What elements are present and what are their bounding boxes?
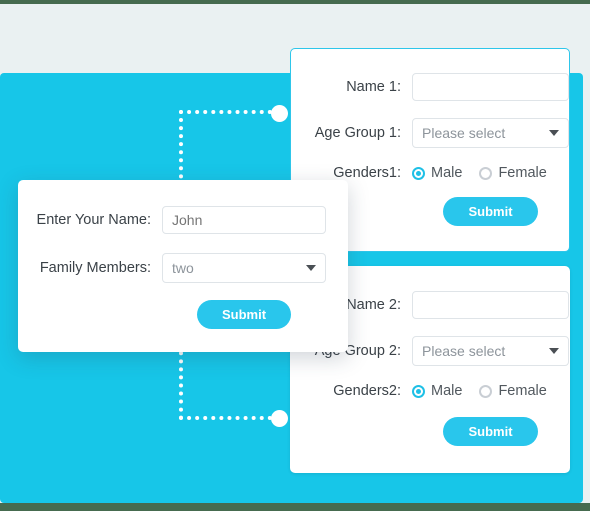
- selection-handle-bottom-right[interactable]: [271, 410, 288, 427]
- genders-1-option-male[interactable]: Male: [412, 165, 462, 181]
- enter-your-name-input[interactable]: [162, 206, 326, 234]
- genders-2-radio-group: Male Female: [412, 383, 569, 399]
- radio-male-2-icon[interactable]: [412, 384, 425, 398]
- name-2-input[interactable]: [412, 291, 569, 319]
- selection-handle-top-right[interactable]: [271, 105, 288, 122]
- radio-female-2-icon[interactable]: [479, 384, 493, 398]
- genders-2-label: Genders2:: [333, 383, 401, 399]
- age-group-1-select[interactable]: Please select: [412, 118, 569, 148]
- name-1-input[interactable]: [412, 73, 569, 101]
- name-2-label: Name 2:: [346, 297, 401, 313]
- family-members-value: two: [172, 260, 194, 276]
- submit-button-1[interactable]: Submit: [443, 197, 538, 226]
- genders-1-option-female[interactable]: Female: [479, 165, 547, 181]
- radio-male-2-label: Male: [431, 383, 463, 399]
- genders-1-label: Genders1:: [333, 165, 401, 181]
- submit-button-2[interactable]: Submit: [443, 417, 538, 446]
- family-members-label: Family Members:: [39, 260, 151, 276]
- enter-your-name-label: Enter Your Name:: [36, 212, 151, 228]
- radio-female-1-label: Female: [498, 165, 547, 181]
- name-1-label: Name 1:: [346, 79, 401, 95]
- age-group-2-select[interactable]: Please select: [412, 336, 569, 366]
- family-members-select[interactable]: two: [162, 253, 326, 283]
- chevron-down-icon: [306, 265, 316, 271]
- radio-male-1-label: Male: [431, 165, 463, 181]
- radio-female-1-icon[interactable]: [479, 166, 493, 180]
- radio-female-2-label: Female: [498, 383, 547, 399]
- genders-2-option-female[interactable]: Female: [479, 383, 547, 399]
- browser-top-strip: [0, 0, 590, 4]
- age-group-1-value: Please select: [422, 125, 506, 141]
- genders-2-option-male[interactable]: Male: [412, 383, 462, 399]
- age-group-1-label: Age Group 1:: [314, 125, 401, 141]
- browser-bottom-strip: [0, 503, 590, 511]
- genders-1-radio-group: Male Female: [412, 165, 569, 181]
- chevron-down-icon: [549, 348, 559, 354]
- radio-male-1-icon[interactable]: [412, 166, 425, 180]
- age-group-2-value: Please select: [422, 343, 506, 359]
- chevron-down-icon: [549, 130, 559, 136]
- dialog-submit-button[interactable]: Submit: [196, 300, 292, 329]
- family-dialog: Enter Your Name: Family Members: two Sub…: [18, 180, 348, 352]
